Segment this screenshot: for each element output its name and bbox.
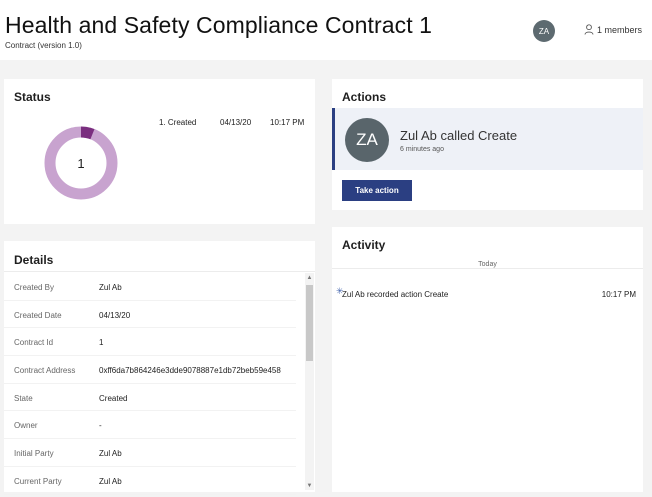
detail-value: Zul Ab — [99, 476, 122, 486]
detail-value: - — [99, 421, 102, 431]
members-label: 1 members — [597, 24, 643, 35]
details-card: Details Created By Zul Ab Created Date 04/… — [4, 241, 315, 495]
detail-value: Created — [99, 393, 128, 403]
detail-row: Created Date 04/13/20 — [4, 301, 296, 329]
action-avatar: ZA — [345, 118, 389, 162]
details-table: Created By Zul Ab Created Date 04/13/20 Co… — [4, 273, 296, 495]
action-text: Zul Ab called Create — [400, 128, 518, 143]
detail-label: Created Date — [14, 310, 62, 320]
detail-label: Current Party — [14, 476, 62, 486]
actions-card: Actions ZA Zul Ab called Create 6 minute… — [332, 79, 643, 210]
actions-title: Actions — [342, 90, 387, 104]
detail-row: Created By Zul Ab — [4, 273, 296, 301]
activity-entry: ✳ Zul Ab recorded action Create 10:17 PM — [336, 286, 636, 303]
details-scrollbar[interactable]: ▲ ▼ — [305, 273, 314, 490]
user-avatar[interactable]: ZA — [533, 20, 555, 42]
scroll-down-icon[interactable]: ▼ — [306, 483, 313, 489]
detail-row: Owner - — [4, 411, 296, 440]
scroll-thumb[interactable] — [306, 285, 313, 361]
detail-row: State Created — [4, 384, 296, 412]
detail-row: Current Party Zul Ab — [4, 467, 296, 495]
action-item: ZA Zul Ab called Create 6 minutes ago — [332, 108, 643, 170]
detail-label: Owner — [14, 421, 38, 431]
page-title: Health and Safety Compliance Contract 1 — [5, 12, 433, 38]
detail-label: Contract Address — [14, 366, 76, 376]
detail-row: Contract Id 1 — [4, 328, 296, 357]
action-time: 6 minutes ago — [400, 146, 444, 153]
donut-center-value: 1 — [77, 156, 84, 171]
take-action-button[interactable]: Take action — [342, 180, 412, 201]
activity-day-label: Today — [332, 261, 643, 272]
scroll-up-icon[interactable]: ▲ — [306, 275, 313, 281]
detail-row: Initial Party Zul Ab — [4, 439, 296, 467]
members-button[interactable]: 1 members — [584, 24, 642, 35]
activity-entry-time: 10:17 PM — [601, 290, 636, 299]
status-donut: 1 — [44, 126, 118, 200]
activity-card: Activity Today ✳ Zul Ab recorded action … — [332, 227, 643, 492]
detail-label: State — [14, 393, 33, 403]
detail-value: 04/13/20 — [99, 310, 131, 320]
header-bar: Health and Safety Compliance Contract 1 … — [0, 0, 652, 60]
divider — [4, 271, 315, 272]
detail-value: 0xff6da7b864246e3dde9078887e1db72beb59e4… — [99, 366, 281, 376]
detail-value: 1 — [99, 338, 104, 348]
detail-value: Zul Ab — [99, 283, 122, 292]
day-label-text: Today — [470, 261, 505, 268]
detail-row: Contract Address 0xff6da7b864246e3dde9078… — [4, 356, 296, 384]
person-icon — [584, 24, 594, 35]
page-subtitle: Contract (version 1.0) — [5, 41, 82, 50]
activity-title: Activity — [342, 238, 386, 252]
status-entry-date: 04/13/20 — [220, 118, 252, 127]
activity-entry-text: Zul Ab recorded action Create — [342, 290, 449, 299]
status-card: Status 1 1. Created 04/13/20 10:17 PM — [4, 79, 315, 224]
detail-label: Created By — [14, 283, 55, 292]
detail-value: Zul Ab — [99, 449, 122, 459]
status-title: Status — [14, 90, 51, 104]
status-entry-time: 10:17 PM — [270, 118, 305, 127]
details-title: Details — [14, 253, 54, 267]
detail-label: Contract Id — [14, 338, 54, 348]
status-entry-label: 1. Created — [159, 118, 197, 127]
detail-label: Initial Party — [14, 449, 54, 459]
